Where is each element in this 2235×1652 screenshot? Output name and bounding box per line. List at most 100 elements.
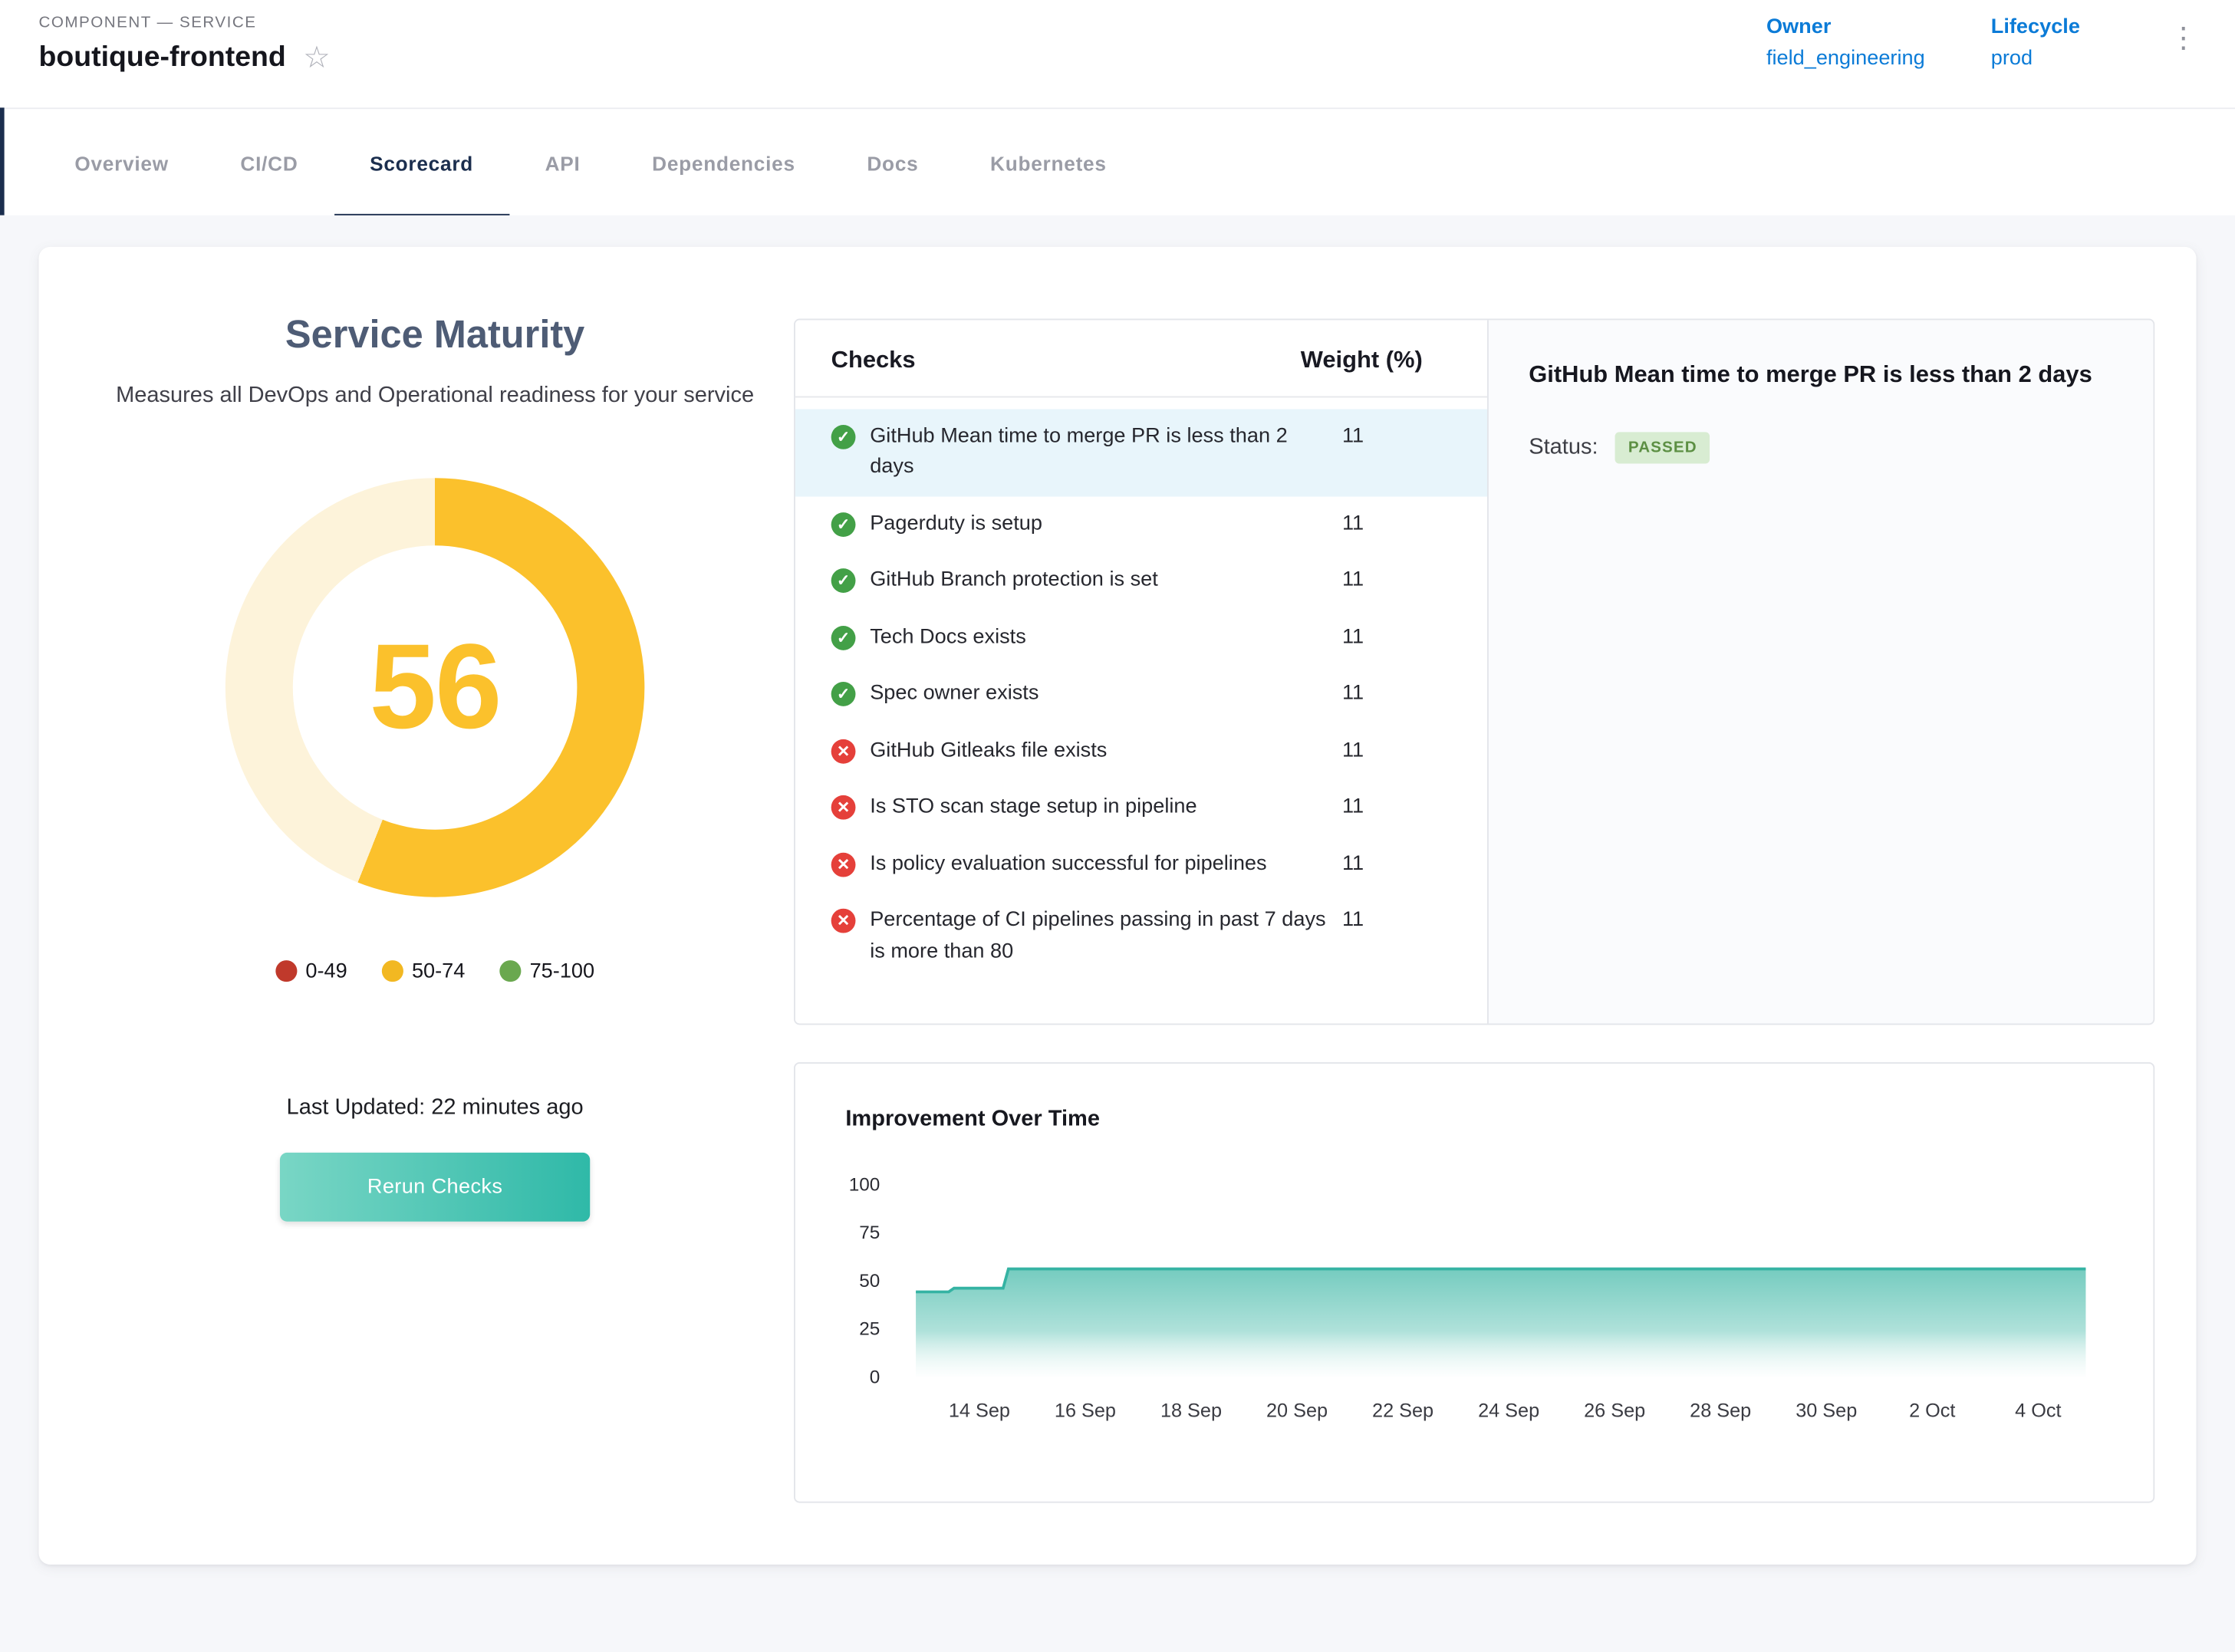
content-area: Service Maturity Measures all DevOps and… xyxy=(0,216,2235,1652)
check-row[interactable]: ✓ GitHub Branch protection is set 11 xyxy=(795,553,1487,610)
check-detail-panel: GitHub Mean time to merge PR is less tha… xyxy=(1487,320,2153,1023)
x-axis-tick-label: 26 Sep xyxy=(1584,1400,1645,1421)
chart-area xyxy=(916,1269,2085,1376)
check-weight: 11 xyxy=(1342,566,1423,597)
tab-ci-cd[interactable]: CI/CD xyxy=(205,109,334,216)
y-axis-tick-label: 75 xyxy=(859,1223,880,1243)
check-label: GitHub Mean time to merge PR is less tha… xyxy=(870,422,1328,483)
y-axis-tick-label: 50 xyxy=(859,1271,880,1292)
check-label: Is STO scan stage setup in pipeline xyxy=(870,792,1328,823)
page-title: boutique-frontend xyxy=(39,41,286,74)
status-badge: PASSED xyxy=(1615,432,1710,463)
check-row[interactable]: ✓ Tech Docs exists 11 xyxy=(795,610,1487,666)
x-axis-tick-label: 14 Sep xyxy=(949,1400,1010,1421)
check-passed-icon: ✓ xyxy=(831,425,856,449)
header-meta: Owner field_engineering Lifecycle prod ⋮ xyxy=(1766,16,2212,71)
check-label: Is policy evaluation successful for pipe… xyxy=(870,849,1328,880)
owner-value[interactable]: field_engineering xyxy=(1766,48,1925,71)
tab-dependencies[interactable]: Dependencies xyxy=(616,109,831,216)
x-axis-tick-label: 4 Oct xyxy=(2015,1400,2061,1421)
checks-panel: Checks Weight (%) ✓ GitHub Mean time to m… xyxy=(794,318,2154,1025)
check-passed-icon: ✓ xyxy=(831,512,856,537)
check-label: Spec owner exists xyxy=(870,680,1328,710)
check-weight: 11 xyxy=(1342,623,1423,653)
legend-label: 75-100 xyxy=(530,959,595,982)
check-label: Tech Docs exists xyxy=(870,623,1328,653)
check-row[interactable]: ✓Pagerduty is setup11 xyxy=(795,496,1487,553)
lifecycle-block: Lifecycle prod xyxy=(1991,16,2080,71)
check-row[interactable]: ✕ Is STO scan stage setup in pipeline 11 xyxy=(795,780,1487,837)
check-passed-icon: ✓ xyxy=(831,626,856,650)
check-weight: 11 xyxy=(1342,849,1423,880)
x-axis-tick-label: 24 Sep xyxy=(1478,1400,1539,1421)
check-weight: 11 xyxy=(1342,792,1423,823)
legend-dot-icon xyxy=(499,960,521,982)
x-axis-tick-label: 16 Sep xyxy=(1055,1400,1116,1421)
checks-list: ✓ GitHub Mean time to merge PR is less th… xyxy=(795,397,1487,980)
y-axis-tick-label: 0 xyxy=(870,1367,881,1387)
check-row[interactable]: ✓ GitHub Mean time to merge PR is less th… xyxy=(795,409,1487,496)
legend-dot-icon xyxy=(275,960,297,982)
left-edge-accent-dark xyxy=(0,107,5,215)
rerun-checks-button[interactable]: Rerun Checks xyxy=(280,1152,590,1221)
tab-api[interactable]: API xyxy=(509,109,617,216)
tab-docs[interactable]: Docs xyxy=(831,109,955,216)
scorecard-card: Service Maturity Measures all DevOps and… xyxy=(39,247,2197,1565)
scorecard-title: Service Maturity xyxy=(285,313,584,357)
status-label: Status: xyxy=(1529,435,1598,461)
checks-header: Checks Weight (%) xyxy=(795,320,1487,397)
owner-label[interactable]: Owner xyxy=(1766,16,1925,39)
improvement-chart-panel: Improvement Over Time 025507510014 Sep16… xyxy=(794,1062,2154,1503)
kebab-menu-icon[interactable]: ⋮ xyxy=(2169,25,2197,53)
checks-region: Checks Weight (%) ✓ GitHub Mean time to m… xyxy=(795,320,1487,1023)
check-label: GitHub Gitleaks file exists xyxy=(870,736,1328,767)
check-row[interactable]: ✕ GitHub Gitleaks file exists 11 xyxy=(795,723,1487,780)
check-row[interactable]: ✕ Is policy evaluation successful for pip… xyxy=(795,836,1487,893)
tab-bar: OverviewCI/CDScorecardAPIDependenciesDoc… xyxy=(0,109,2235,216)
weight-column-header: Weight (%) xyxy=(1301,347,1423,375)
x-axis-tick-label: 22 Sep xyxy=(1372,1400,1433,1421)
check-failed-icon: ✕ xyxy=(831,909,856,933)
x-axis-tick-label: 20 Sep xyxy=(1266,1400,1328,1421)
check-failed-icon: ✕ xyxy=(831,852,856,877)
improvement-chart-svg: 0 25 50 75 100 14 Sep 16 Sep 18 Sep 20 Sep 22 Sep… xyxy=(795,1144,2154,1449)
check-passed-icon: ✓ xyxy=(831,683,856,707)
check-weight: 11 xyxy=(1342,906,1423,936)
x-axis-tick-label: 30 Sep xyxy=(1796,1400,1857,1421)
breadcrumb: COMPONENT — SERVICE xyxy=(39,15,331,31)
favorite-star-icon[interactable]: ☆ xyxy=(303,43,330,73)
lifecycle-label[interactable]: Lifecycle xyxy=(1991,16,2080,39)
header: COMPONENT — SERVICE boutique-frontend ☆ … xyxy=(0,0,2235,109)
scorecard-subtitle: Measures all DevOps and Operational read… xyxy=(100,377,769,414)
tab-overview[interactable]: Overview xyxy=(39,109,205,216)
x-axis-tick-label: 18 Sep xyxy=(1160,1400,1222,1421)
legend-item: 0-49 xyxy=(275,959,347,982)
checks-column-header: Checks xyxy=(831,347,916,375)
legend-item: 50-74 xyxy=(382,959,466,982)
legend-label: 50-74 xyxy=(412,959,465,982)
check-label: Pagerduty is setup xyxy=(870,509,1328,540)
check-row[interactable]: ✕ Percentage of CI pipelines passing in p… xyxy=(795,893,1487,980)
lifecycle-value[interactable]: prod xyxy=(1991,48,2080,71)
legend-item: 75-100 xyxy=(499,959,594,982)
check-failed-icon: ✕ xyxy=(831,795,856,820)
check-row[interactable]: ✓Spec owner exists11 xyxy=(795,666,1487,723)
score-legend: 0-49 50-74 75-100 xyxy=(275,959,594,982)
maturity-summary: Service Maturity Measures all DevOps and… xyxy=(39,247,831,1221)
check-weight: 11 xyxy=(1342,422,1423,452)
tab-scorecard[interactable]: Scorecard xyxy=(334,109,509,216)
last-updated-text: Last Updated: 22 minutes ago xyxy=(287,1094,584,1121)
y-axis-tick-label: 25 xyxy=(859,1319,880,1340)
check-label: GitHub Branch protection is set xyxy=(870,566,1328,597)
check-weight: 11 xyxy=(1342,736,1423,767)
check-failed-icon: ✕ xyxy=(831,739,856,763)
y-axis-tick-label: 100 xyxy=(849,1174,881,1195)
page: COMPONENT — SERVICE boutique-frontend ☆ … xyxy=(0,0,2235,1652)
legend-label: 0-49 xyxy=(305,959,347,982)
tab-kubernetes[interactable]: Kubernetes xyxy=(954,109,1142,216)
check-passed-icon: ✓ xyxy=(831,569,856,594)
maturity-gauge: 56 xyxy=(225,477,645,897)
header-left: COMPONENT — SERVICE boutique-frontend ☆ xyxy=(39,15,331,75)
legend-dot-icon xyxy=(382,960,403,982)
check-label: Percentage of CI pipelines passing in pa… xyxy=(870,906,1328,967)
